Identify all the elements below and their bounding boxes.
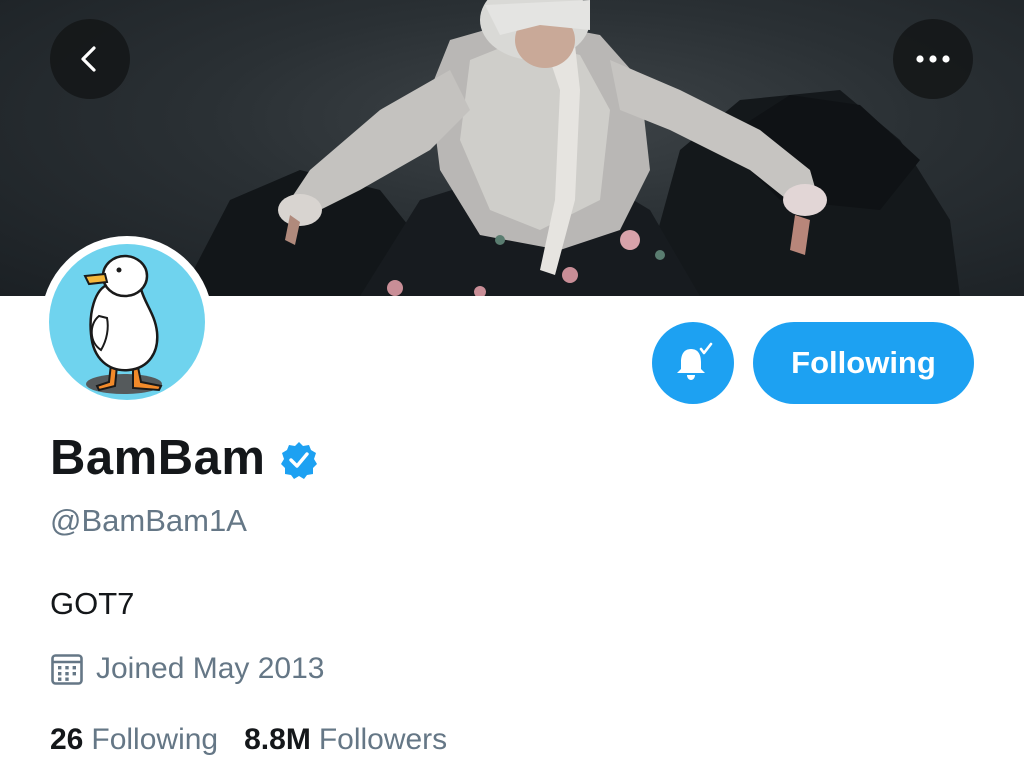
followers-stat[interactable]: 8.8M Followers bbox=[244, 723, 447, 757]
calendar-icon bbox=[51, 654, 83, 685]
followers-label: Followers bbox=[318, 723, 448, 756]
back-button[interactable] bbox=[50, 19, 130, 99]
verified-badge-icon bbox=[281, 442, 318, 479]
duck-avatar bbox=[83, 254, 163, 394]
avatar[interactable] bbox=[49, 244, 205, 400]
joined-date: Joined May 2013 bbox=[96, 652, 325, 685]
bell-check-icon bbox=[677, 342, 713, 380]
more-options-button[interactable] bbox=[893, 19, 973, 99]
following-label: Following bbox=[91, 723, 219, 756]
joined-row: Joined May 2013 bbox=[50, 652, 325, 686]
following-stat[interactable]: 26 Following bbox=[50, 723, 218, 757]
profile-handle: @BamBam1A bbox=[50, 503, 247, 538]
chevron-left-icon bbox=[81, 46, 96, 72]
name-row: BamBam bbox=[50, 430, 319, 486]
profile-bio: GOT7 bbox=[50, 586, 135, 621]
display-name: BamBam bbox=[50, 431, 266, 485]
notifications-toggle-button[interactable] bbox=[652, 322, 734, 404]
following-count: 26 bbox=[50, 723, 84, 756]
followers-count: 8.8M bbox=[244, 723, 311, 756]
ellipsis-icon bbox=[916, 55, 950, 63]
stats-row: 26 Following 8.8M Followers bbox=[50, 723, 447, 757]
following-button[interactable]: Following bbox=[753, 322, 974, 404]
